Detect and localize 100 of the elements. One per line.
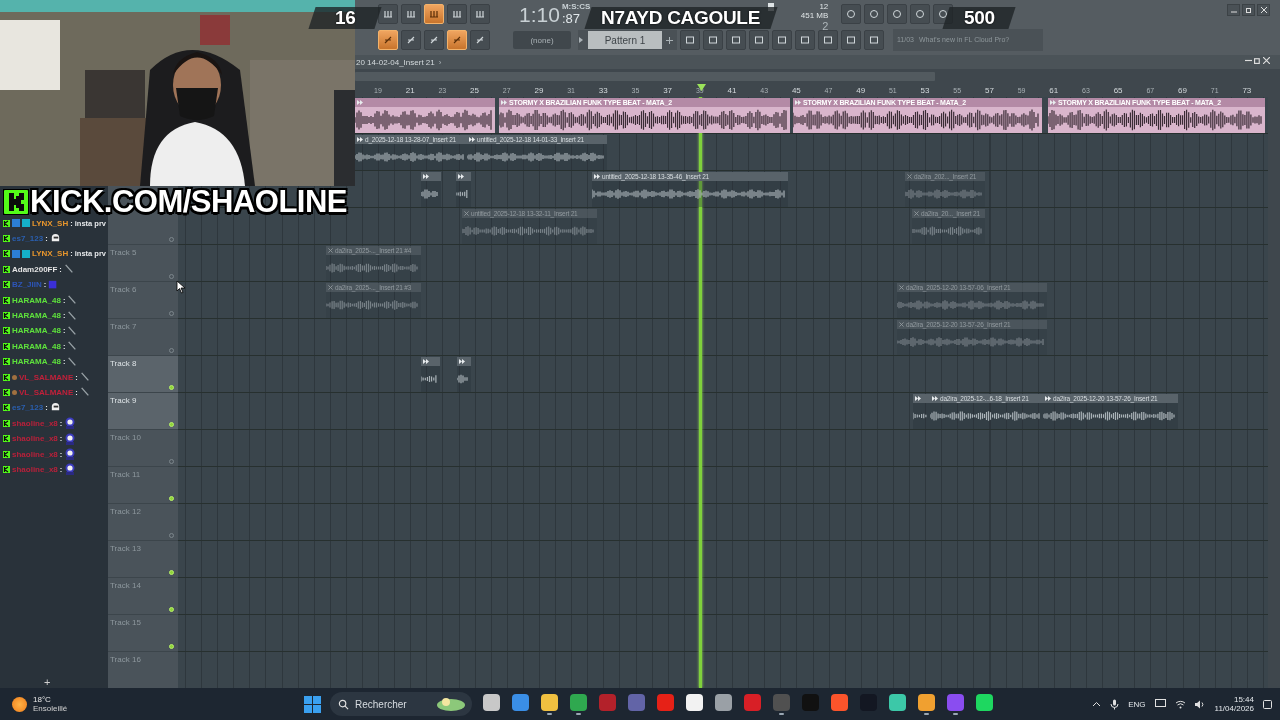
close-button[interactable] <box>1257 4 1270 16</box>
title-arrow[interactable]: › <box>438 57 442 67</box>
chat-username[interactable]: HARAMA_48 <box>12 295 61 305</box>
language-indicator[interactable]: ENG <box>1128 699 1146 709</box>
chat-username[interactable]: LYNX_SH <box>32 249 69 259</box>
start-icon <box>304 695 321 713</box>
scroll-thumb[interactable] <box>355 72 935 81</box>
toolbar-button[interactable] <box>447 4 467 24</box>
wifi-icon <box>1174 699 1186 709</box>
kick-icon <box>3 219 10 227</box>
toolbar-button[interactable] <box>703 30 723 50</box>
feather-emote-icon <box>67 325 78 336</box>
bar-number: 57 <box>984 86 994 95</box>
toolbar-button[interactable] <box>401 30 421 50</box>
audio-clip[interactable] <box>457 357 471 392</box>
track-header[interactable]: Track 8 <box>108 356 178 393</box>
toolbar-button[interactable] <box>378 30 398 50</box>
toolbar-button[interactable] <box>424 4 444 24</box>
toolbar-button[interactable] <box>772 30 792 50</box>
toolbar-button[interactable] <box>401 4 421 24</box>
kick-icon <box>3 389 10 396</box>
chat-username[interactable]: HARAMA_48 <box>12 357 61 367</box>
toolbar-button[interactable] <box>726 30 746 50</box>
toolbar-button[interactable] <box>887 4 908 24</box>
pattern-source-select[interactable]: (none) <box>513 31 571 49</box>
kick-icon <box>3 312 10 320</box>
toolbar-button[interactable] <box>841 30 861 50</box>
toolbar-button[interactable] <box>424 30 444 50</box>
search-field[interactable]: Rechercher <box>330 692 472 716</box>
toolbar-button[interactable] <box>841 4 862 24</box>
tool-icon <box>475 9 485 19</box>
microphone-icon <box>1110 698 1120 710</box>
plus-icon <box>666 36 673 44</box>
toolbar-button[interactable] <box>749 30 769 50</box>
chat-username[interactable]: shaoline_x8 <box>12 418 58 428</box>
clip-menu-icon <box>458 174 464 179</box>
astronaut-emote-icon <box>64 432 77 445</box>
chat-username[interactable]: HARAMA_48 <box>12 311 61 321</box>
app-icon[interactable] <box>888 693 906 711</box>
kick-icon <box>3 235 10 243</box>
audio-clip[interactable] <box>456 172 471 207</box>
audio-clip[interactable] <box>913 394 930 429</box>
app-icon[interactable] <box>917 693 935 711</box>
add-button[interactable]: + <box>44 677 51 688</box>
toolbar-button[interactable] <box>378 4 398 24</box>
kick-icon <box>3 265 10 273</box>
chat-username[interactable]: HARAMA_48 <box>12 341 61 351</box>
vertical-scrollbar[interactable] <box>1268 97 1280 688</box>
chat-username[interactable]: VL_SALMANE <box>19 388 74 397</box>
chat-username[interactable]: HARAMA_48 <box>12 326 61 336</box>
track-name: Track 13 <box>110 544 141 553</box>
bar-number: 69 <box>1178 86 1187 95</box>
tool-icon <box>429 35 439 45</box>
window-icon <box>777 35 787 45</box>
kick-icon <box>3 327 10 335</box>
toolbar-button[interactable] <box>864 30 884 50</box>
chat-username[interactable]: VL_SALMANE <box>19 372 74 382</box>
bar-number: 45 <box>791 86 801 95</box>
toolbar-button[interactable] <box>910 4 931 24</box>
toolbar-button[interactable] <box>818 30 838 50</box>
toolbar-button[interactable] <box>795 30 815 50</box>
chat-username[interactable]: shaoline_x8 <box>12 434 58 444</box>
chat-username[interactable]: Adam200FF <box>12 264 58 274</box>
clip-menu-icon <box>469 137 475 142</box>
app-icon[interactable] <box>975 693 993 711</box>
toolbar-button[interactable] <box>447 30 467 50</box>
toolbar-button[interactable] <box>680 30 700 50</box>
pattern-selector[interactable]: Pattern 1 <box>588 31 662 49</box>
clock-time[interactable]: 15:44 <box>1233 695 1254 704</box>
toolbar-button[interactable] <box>470 30 490 50</box>
clock-date[interactable]: 11/04/2026 <box>1214 704 1254 713</box>
clip-menu-icon <box>915 396 921 401</box>
app-icon[interactable] <box>482 693 500 711</box>
track-header[interactable]: Track 9 <box>108 393 178 430</box>
restore-button[interactable] <box>1242 4 1255 16</box>
chat-username[interactable]: es7_123 <box>12 234 44 244</box>
chat-username[interactable]: LYNX_SH <box>32 218 69 228</box>
clip-menu-icon <box>1045 396 1051 401</box>
bar-number: 25 <box>470 86 479 95</box>
audio-clip[interactable] <box>421 172 441 207</box>
waveform-drawing <box>421 189 438 199</box>
chat-username[interactable]: es7_123 <box>12 403 44 413</box>
tool-icon <box>869 9 880 19</box>
tool-icon <box>452 9 462 19</box>
app-icon[interactable] <box>540 693 558 711</box>
beat-clip[interactable] <box>355 98 495 133</box>
audio-clip[interactable] <box>421 357 440 392</box>
chat-username[interactable]: shaoline_x8 <box>12 464 58 474</box>
minimize-button[interactable] <box>1227 4 1240 16</box>
bar-number: 65 <box>1113 86 1123 95</box>
kick-icon <box>3 250 10 258</box>
chat-username[interactable]: shaoline_x8 <box>12 449 58 459</box>
app-icon[interactable] <box>685 693 703 711</box>
tool-icon <box>475 35 485 45</box>
toolbar-button[interactable] <box>470 4 490 24</box>
toolbar-button[interactable] <box>864 4 885 24</box>
playhead-line[interactable] <box>699 97 702 688</box>
chat-username[interactable]: BZ_JIIN <box>12 280 42 290</box>
bar-number: 41 <box>727 86 737 95</box>
app-icon[interactable] <box>714 693 732 711</box>
